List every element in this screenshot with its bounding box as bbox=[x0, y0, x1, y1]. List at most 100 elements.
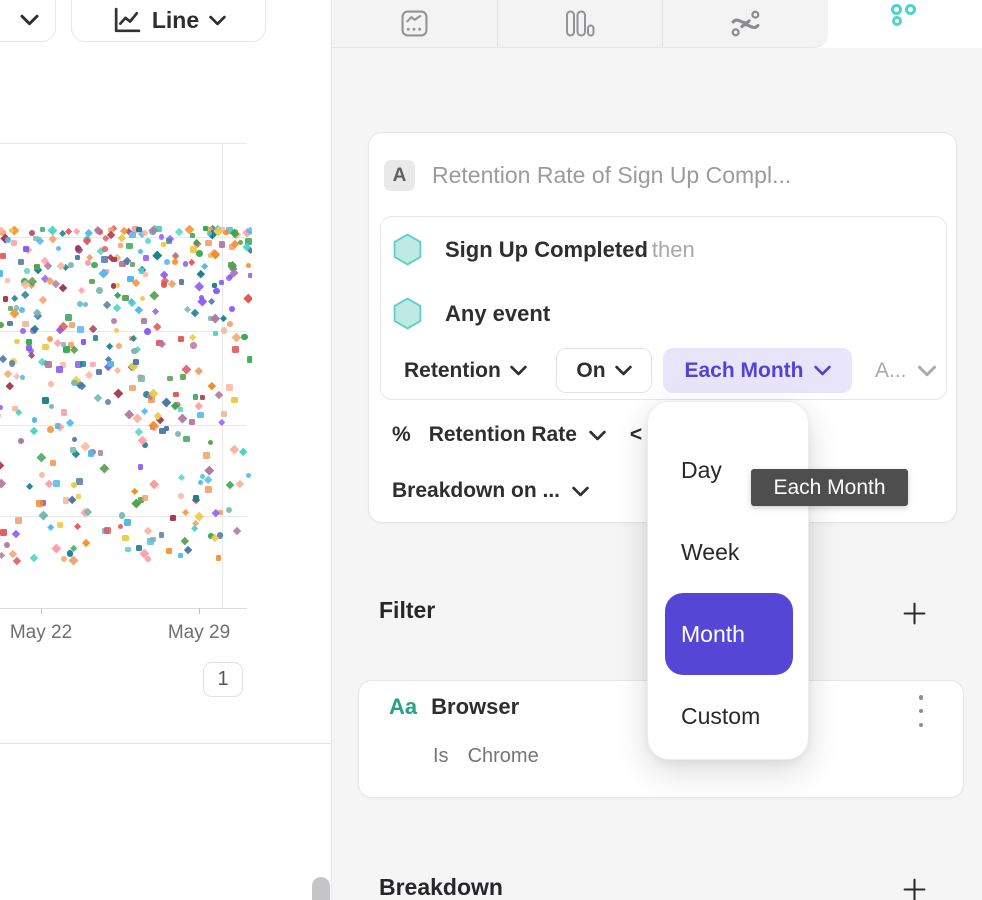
scatter-point bbox=[205, 465, 214, 474]
scatter-point bbox=[193, 394, 198, 399]
scatter-point bbox=[81, 339, 87, 345]
breakdown-on-dropdown[interactable]: Breakdown on ... bbox=[392, 479, 560, 503]
pagination-page-button[interactable]: 1 bbox=[203, 662, 243, 697]
scatter-point bbox=[166, 548, 172, 554]
scatter-point bbox=[208, 382, 216, 390]
scatter-point bbox=[150, 480, 159, 489]
filter-section-header: Filter bbox=[379, 597, 435, 624]
scatter-point bbox=[69, 322, 76, 329]
interval-dropdown[interactable]: Each Month bbox=[663, 348, 852, 393]
add-breakdown-button[interactable] bbox=[901, 876, 927, 900]
percent-prefix: % bbox=[392, 423, 411, 447]
query-title[interactable]: Retention Rate of Sign Up Compl... bbox=[432, 162, 791, 189]
scatter-point bbox=[96, 369, 102, 375]
interval-tooltip: Each Month bbox=[751, 469, 908, 506]
chevron-down-icon[interactable] bbox=[589, 430, 606, 441]
event-suffix: then bbox=[652, 237, 695, 262]
breakdown-on-row: Breakdown on ... bbox=[392, 479, 589, 503]
prev-interval-arrow[interactable]: < bbox=[630, 423, 642, 447]
scatter-point bbox=[20, 375, 26, 381]
on-dropdown[interactable]: On bbox=[556, 348, 652, 393]
chevron-down-icon[interactable] bbox=[572, 486, 589, 497]
menu-item-custom[interactable]: Custom bbox=[648, 675, 808, 757]
string-property-icon: Aa bbox=[389, 694, 417, 720]
add-filter-button[interactable] bbox=[901, 600, 927, 626]
scatter-point bbox=[61, 342, 66, 347]
scatter-points-layer bbox=[0, 0, 252, 740]
menu-item-month[interactable]: Month bbox=[648, 593, 808, 675]
flows-icon bbox=[731, 10, 760, 37]
scatter-point bbox=[178, 413, 188, 423]
scatter-point bbox=[195, 282, 204, 291]
scatter-point bbox=[205, 240, 211, 246]
scatter-point bbox=[175, 227, 184, 236]
scatter-point bbox=[44, 480, 53, 489]
scatter-point bbox=[122, 535, 128, 541]
scatter-point bbox=[77, 382, 85, 390]
scatter-point bbox=[183, 436, 190, 443]
scatter-point bbox=[56, 366, 62, 372]
filter-operator[interactable]: Is bbox=[433, 745, 449, 768]
filter-property-name[interactable]: Browser bbox=[431, 694, 519, 720]
filter-value[interactable]: Chrome bbox=[468, 745, 539, 768]
scatter-point bbox=[232, 346, 238, 352]
scatter-point bbox=[42, 344, 49, 351]
scatter-point bbox=[47, 426, 54, 433]
scatter-point bbox=[173, 392, 179, 398]
scatter-point bbox=[66, 418, 75, 427]
tab-bar-chart[interactable] bbox=[497, 0, 662, 47]
tab-flows[interactable] bbox=[662, 0, 827, 47]
scatter-point bbox=[178, 553, 184, 559]
scatter-point bbox=[118, 524, 123, 529]
retention-type-dropdown[interactable]: Retention bbox=[404, 348, 527, 393]
event-row-return[interactable]: Any event bbox=[392, 297, 554, 330]
truncated-dropdown[interactable]: A... bbox=[875, 348, 936, 393]
menu-item-week[interactable]: Week bbox=[648, 511, 808, 593]
scatter-point bbox=[178, 407, 183, 412]
measure-row: % Retention Rate < bbox=[392, 423, 642, 447]
chevron-down-icon bbox=[510, 365, 527, 376]
filter-menu-kebab-icon[interactable] bbox=[911, 693, 931, 729]
scatter-point bbox=[217, 419, 225, 427]
scrollbar-thumb[interactable] bbox=[312, 877, 330, 900]
scatter-point bbox=[189, 334, 197, 342]
breakdown-section-title: Breakdown bbox=[379, 874, 503, 900]
scatter-point bbox=[219, 241, 225, 247]
scatter-point bbox=[133, 359, 139, 365]
scatter-point bbox=[8, 306, 14, 312]
scatter-point bbox=[208, 440, 213, 445]
event-hexagon-icon bbox=[392, 233, 423, 266]
scatter-point bbox=[190, 233, 195, 238]
measure-dropdown[interactable]: Retention Rate bbox=[429, 423, 577, 447]
scatter-point bbox=[164, 259, 170, 265]
scatter-point bbox=[231, 397, 238, 404]
scatter-point bbox=[113, 304, 121, 312]
scatter-point bbox=[205, 486, 212, 493]
scatter-point bbox=[145, 556, 151, 562]
scatter-point bbox=[142, 230, 148, 236]
filter-section-title: Filter bbox=[379, 597, 435, 624]
scatter-point bbox=[68, 555, 78, 565]
scatter-point bbox=[114, 292, 122, 300]
scatter-point bbox=[125, 547, 130, 552]
scatter-point bbox=[48, 381, 54, 387]
scatter-point bbox=[73, 228, 81, 236]
scatter-point bbox=[70, 447, 76, 453]
event-hexagon-icon bbox=[392, 297, 423, 330]
scatter-point bbox=[12, 406, 17, 411]
event-row-first[interactable]: Sign Up Completedthen bbox=[392, 233, 695, 266]
scatter-point bbox=[91, 262, 97, 268]
scatter-point bbox=[187, 259, 195, 267]
scatter-point bbox=[36, 500, 43, 507]
scatter-point bbox=[3, 296, 9, 302]
tab-retention-active[interactable] bbox=[828, 0, 982, 48]
scatter-point bbox=[118, 243, 123, 248]
scatter-point bbox=[213, 288, 220, 295]
scatter-point bbox=[119, 512, 126, 519]
scatter-point bbox=[244, 293, 252, 302]
scatter-point bbox=[20, 328, 26, 334]
scatter-point bbox=[34, 264, 40, 270]
tab-insights-chart[interactable] bbox=[332, 0, 497, 47]
scatter-point bbox=[198, 480, 203, 485]
scatter-point bbox=[180, 374, 186, 380]
